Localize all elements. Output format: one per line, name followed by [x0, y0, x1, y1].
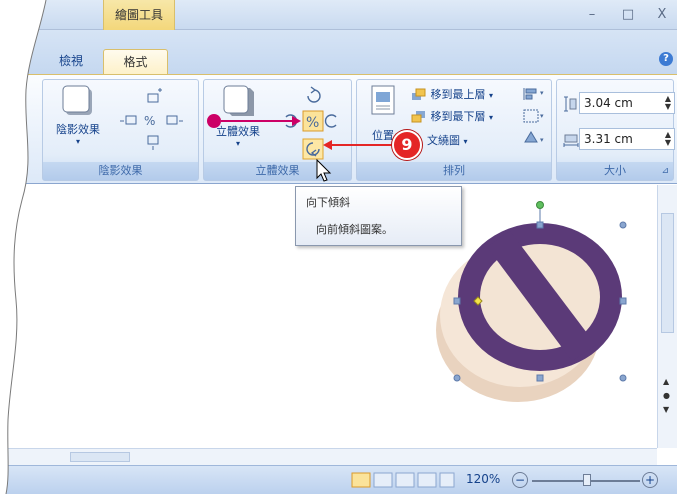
red-arrow-icon [323, 140, 332, 150]
torn-edge-decoration [0, 0, 47, 494]
word-window: 繪圖工具 – □ X 檢視 格式 ? 陰影效果 ▾ % 陰影效果 立體效果 ▾ … [0, 0, 677, 494]
mouse-cursor-icon [316, 158, 332, 182]
magenta-marker-icon [207, 114, 221, 128]
step-callout-badge: 9 [392, 130, 422, 160]
annotation-arrows [207, 114, 392, 182]
magenta-arrow-icon [292, 116, 301, 126]
